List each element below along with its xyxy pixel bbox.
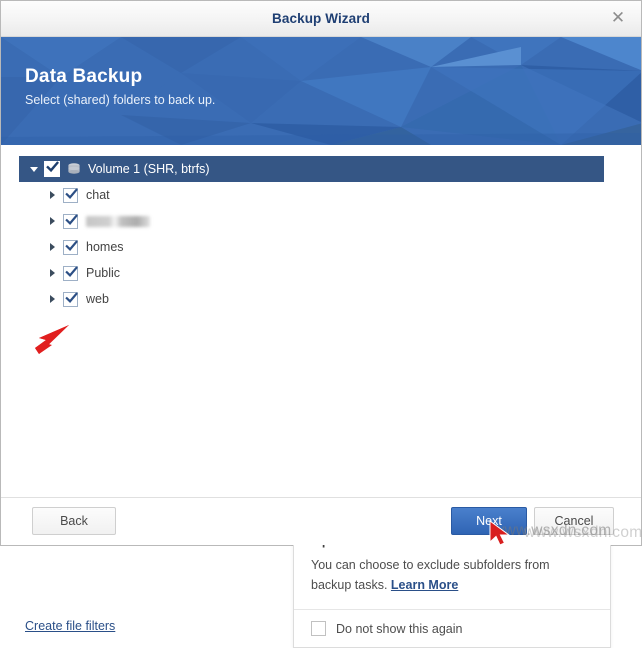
chevron-right-icon[interactable]: [45, 217, 60, 225]
wizard-footer: Back Next Cancel: [1, 497, 641, 545]
tree-label-chat: chat: [86, 188, 110, 202]
tree-row-chat[interactable]: chat: [19, 182, 604, 208]
checkbox-chat[interactable]: [63, 187, 78, 203]
window-title: Backup Wizard: [272, 11, 370, 26]
cancel-button[interactable]: Cancel: [534, 507, 614, 535]
checkbox-homes[interactable]: [63, 239, 78, 255]
next-button[interactable]: Next: [451, 507, 527, 535]
backup-wizard-window: Backup Wizard ✕ Data Backup Select (shar…: [0, 0, 642, 648]
check-icon: [46, 161, 59, 173]
tree-label-public: Public: [86, 266, 121, 280]
tree-label-redacted: [86, 215, 150, 227]
chevron-right-icon[interactable]: [45, 243, 60, 251]
checkbox-volume[interactable]: [44, 161, 60, 177]
red-arrow-annotation: [35, 325, 69, 354]
tree-label-volume: Volume 1 (SHR, btrfs): [88, 162, 210, 176]
checkbox-redacted[interactable]: [63, 213, 78, 229]
check-icon: [65, 213, 78, 225]
check-icon: [65, 239, 78, 251]
create-file-filters-link[interactable]: Create file filters: [25, 619, 115, 633]
page-subtitle: Select (shared) folders to back up.: [25, 93, 216, 107]
tree-row-web[interactable]: web: [19, 286, 604, 312]
page-title: Data Backup: [25, 66, 143, 87]
wizard-body: Volume 1 (SHR, btrfs) chat homes Public …: [1, 145, 641, 648]
tip-footer: Do not show this again: [294, 609, 610, 647]
tree-row-homes[interactable]: homes: [19, 234, 604, 260]
checkbox-web[interactable]: [63, 291, 78, 307]
chevron-right-icon[interactable]: [45, 295, 60, 303]
checkbox-public[interactable]: [63, 265, 78, 281]
learn-more-link[interactable]: Learn More: [391, 578, 458, 592]
tip-text: You can choose to exclude subfolders fro…: [311, 555, 593, 595]
shared-folder-tree: Volume 1 (SHR, btrfs) chat homes Public …: [19, 156, 604, 312]
chevron-right-icon[interactable]: [45, 191, 60, 199]
tree-row-redacted[interactable]: [19, 208, 604, 234]
window-titlebar: Backup Wizard ✕: [1, 1, 641, 37]
tree-label-web: web: [86, 292, 109, 306]
chevron-right-icon[interactable]: [45, 269, 60, 277]
wizard-banner: Data Backup Select (shared) folders to b…: [1, 37, 641, 145]
check-icon: [65, 265, 78, 277]
tree-label-homes: homes: [86, 240, 124, 254]
dont-show-again-checkbox[interactable]: [311, 621, 326, 636]
chevron-down-icon[interactable]: [26, 166, 41, 172]
back-button[interactable]: Back: [32, 507, 116, 535]
close-icon[interactable]: ✕: [607, 8, 629, 30]
dont-show-again-label: Do not show this again: [336, 621, 463, 636]
check-icon: [65, 291, 78, 303]
check-icon: [65, 187, 78, 199]
tree-row-volume[interactable]: Volume 1 (SHR, btrfs): [19, 156, 604, 182]
tree-row-public[interactable]: Public: [19, 260, 604, 286]
banner-text-block: Data Backup Select (shared) folders to b…: [25, 65, 215, 110]
volume-icon: [67, 162, 81, 176]
